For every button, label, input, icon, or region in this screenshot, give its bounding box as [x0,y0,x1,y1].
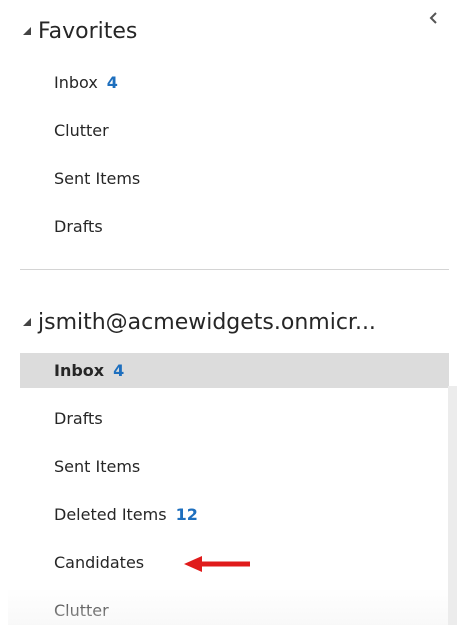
folder-label: Clutter [54,120,109,140]
mailbox-title: jsmith@acmewidgets.onmicr... [38,309,376,335]
section-divider [20,269,449,270]
mailbox-header[interactable]: jsmith@acmewidgets.onmicr... [22,305,376,339]
folder-label: Drafts [54,408,103,428]
chevron-left-icon[interactable] [426,10,442,26]
triangle-expanded-icon [23,27,31,35]
mailbox-item-drafts[interactable]: Drafts [20,401,449,435]
favorites-item-sent-items[interactable]: Sent Items [20,161,449,195]
unread-count: 4 [106,72,118,92]
unread-count: 12 [175,504,198,524]
scrollbar-track[interactable] [448,386,457,625]
unread-count: 4 [113,361,125,380]
folder-label: Sent Items [54,168,141,188]
folder-label: Sent Items [54,456,141,476]
mailbox-item-clutter[interactable]: Clutter [20,593,449,627]
favorites-title: Favorites [38,18,138,44]
favorites-item-clutter[interactable]: Clutter [20,113,449,147]
favorites-item-inbox[interactable]: Inbox 4 [20,65,449,99]
triangle-expanded-icon [23,318,31,326]
folder-label: Deleted Items [54,504,167,524]
mailbox-item-inbox[interactable]: Inbox 4 [20,353,449,388]
mailbox-item-deleted-items[interactable]: Deleted Items 12 [20,497,449,531]
folder-label: Inbox [54,361,105,380]
favorites-item-drafts[interactable]: Drafts [20,209,449,243]
folder-label: Candidates [54,552,145,572]
mailbox-item-sent-items[interactable]: Sent Items [20,449,449,483]
red-arrow-left-icon [184,556,250,572]
folder-label: Inbox [54,72,98,92]
favorites-header[interactable]: Favorites [22,14,137,48]
folder-label: Clutter [54,600,109,620]
folder-label: Drafts [54,216,103,236]
